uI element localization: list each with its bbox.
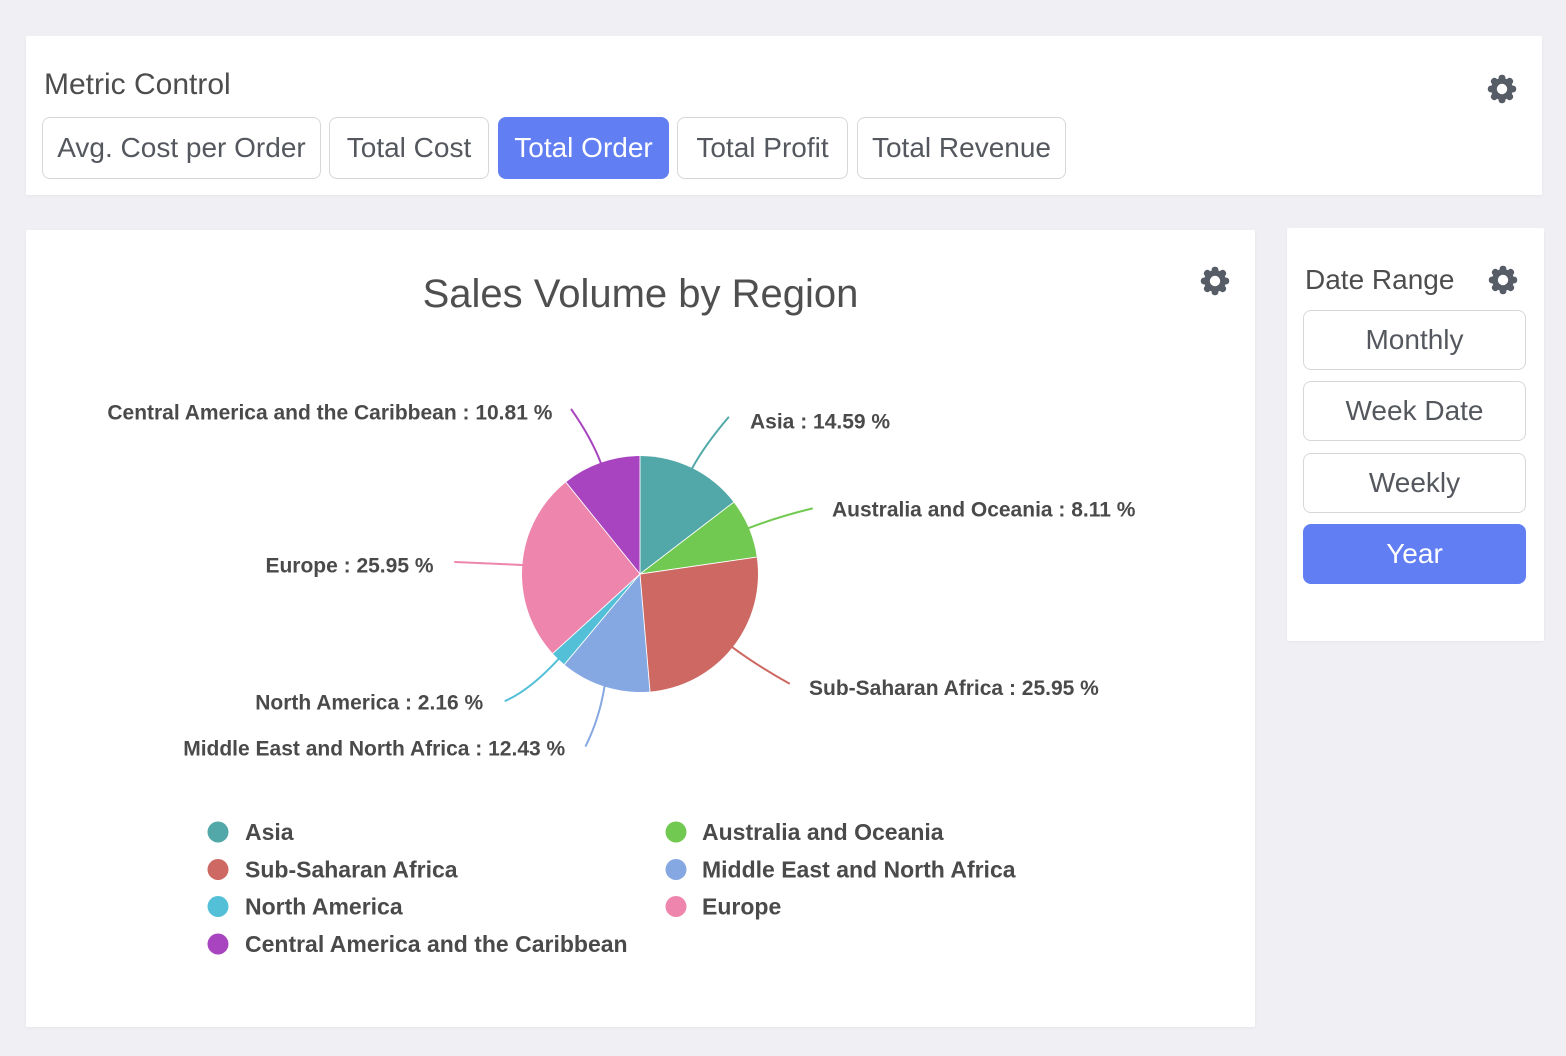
- svg-text:Asia : 14.59 %: Asia : 14.59 %: [750, 411, 890, 434]
- svg-text:Australia and Oceania : 8.11 %: Australia and Oceania : 8.11 %: [832, 499, 1136, 522]
- svg-text:Central America and the Caribb: Central America and the Caribbean: [245, 931, 628, 957]
- svg-text:Europe : 25.95 %: Europe : 25.95 %: [265, 555, 433, 578]
- svg-text:Asia: Asia: [245, 819, 294, 845]
- svg-text:Australia and Oceania: Australia and Oceania: [702, 819, 944, 845]
- svg-text:Sub-Saharan Africa: Sub-Saharan Africa: [245, 857, 458, 883]
- svg-text:North America : 2.16 %: North America : 2.16 %: [255, 692, 483, 715]
- svg-text:Middle East and North Africa: Middle East and North Africa: [702, 857, 1016, 883]
- svg-text:Central America and the Caribb: Central America and the Caribbean : 10.8…: [107, 402, 552, 425]
- svg-text:Europe: Europe: [702, 894, 781, 920]
- svg-text:North America: North America: [245, 894, 403, 920]
- svg-text:Middle East and North Africa :: Middle East and North Africa : 12.43 %: [183, 738, 565, 761]
- svg-text:Sub-Saharan Africa : 25.95 %: Sub-Saharan Africa : 25.95 %: [809, 677, 1099, 700]
